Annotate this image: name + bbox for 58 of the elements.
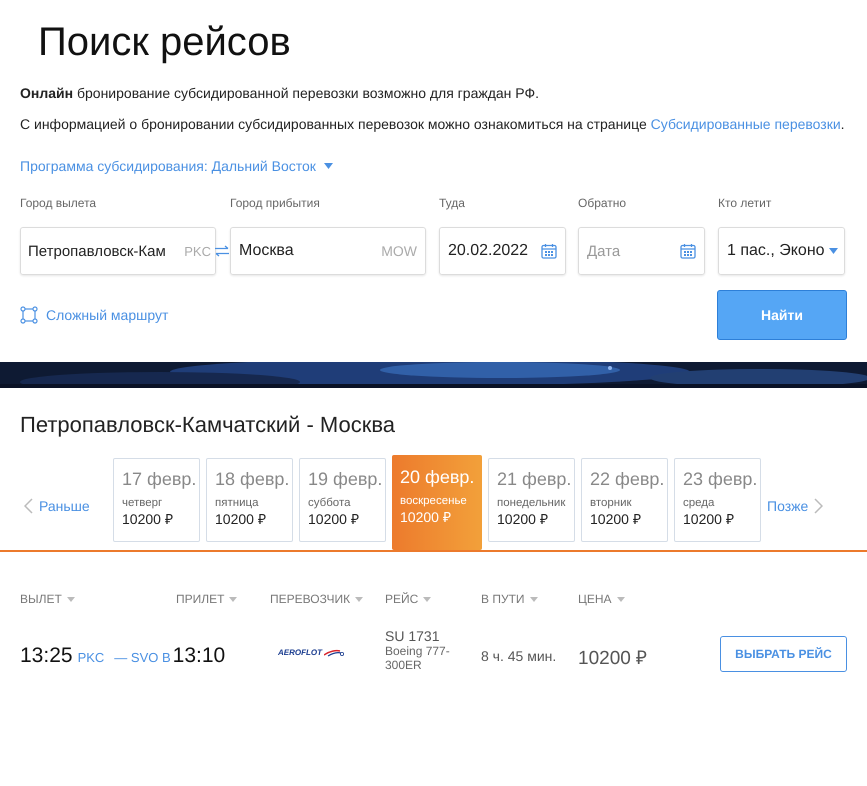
aircraft-type: Boeing 777-300ER (385, 644, 451, 672)
flight-number: SU 1731 (385, 628, 440, 644)
search-button[interactable]: Найти (717, 290, 847, 340)
field-label: Город вылета (20, 196, 98, 212)
field-label: Кто летит (718, 196, 772, 212)
date-tab[interactable]: 20 февр. воскресенье 10200 ₽ (392, 455, 482, 550)
select-flight-button[interactable]: ВЫБРАТЬ РЕЙС (720, 636, 847, 672)
chevron-left-icon (24, 498, 33, 514)
date-tab[interactable]: 21 февр. понедельник 10200 ₽ (488, 458, 575, 542)
date-field[interactable]: Дата (578, 227, 705, 275)
route-icon (20, 306, 38, 324)
date-tab[interactable]: 17 февр. четверг 10200 ₽ (113, 458, 200, 542)
sort-caret-icon (616, 596, 625, 602)
field-label: Туда (439, 196, 466, 212)
city-field[interactable]: Москва MOW (230, 227, 426, 275)
column-header[interactable]: ПЕРЕВОЗЧИК (270, 592, 364, 606)
date-tab[interactable]: 18 февр. пятница 10200 ₽ (206, 458, 293, 542)
swap-icon[interactable] (214, 245, 230, 257)
calendar-icon (680, 243, 696, 259)
info-text: С информацией о бронировании субсидированных перевозок можно ознакомиться на странице Субсидированные перевозки. (20, 115, 846, 134)
field-label: Город прибытия (230, 196, 321, 212)
column-header[interactable]: В ПУТИ (481, 592, 538, 606)
wing-icon (324, 648, 344, 656)
column-header[interactable]: РЕЙС (385, 592, 432, 606)
calendar-icon (541, 243, 557, 259)
earlier-button[interactable]: Раньше (24, 462, 113, 550)
later-button[interactable]: Позже (767, 462, 824, 550)
sort-caret-icon (66, 596, 75, 602)
date-field[interactable]: 20.02.2022 (439, 227, 566, 275)
flight-duration: 8 ч. 45 мин. (481, 648, 556, 664)
sort-caret-icon (530, 596, 538, 602)
complex-route-link[interactable]: Сложный маршрут (20, 306, 168, 324)
date-tab[interactable]: 23 февр. среда 10200 ₽ (674, 458, 761, 542)
date-tab[interactable]: 22 февр. вторник 10200 ₽ (581, 458, 668, 542)
city-field[interactable]: Петропавловск-Кам PKC (20, 227, 216, 275)
field-label: Обратно (578, 196, 628, 212)
page-title: Поиск рейсов (37, 19, 292, 66)
column-header[interactable]: ПРИЛЕТ (176, 592, 238, 606)
caret-icon (829, 248, 838, 254)
airport-code: — SVO B (114, 650, 171, 665)
sort-caret-icon (423, 596, 432, 602)
chevron-right-icon (814, 498, 824, 514)
column-header[interactable]: ВЫЛЕТ (20, 592, 75, 606)
airline-logo: AEROFLOT (278, 648, 322, 657)
caret-icon (324, 163, 333, 169)
passenger-select[interactable]: 1 пас., Эконо (718, 227, 845, 275)
route-title: Петропавловск-Камчатский - Москва (19, 411, 396, 438)
program-dropdown[interactable]: Программа субсидирования: Дальний Восток (20, 158, 316, 174)
flight-price: 10200 ₽ (578, 647, 648, 670)
date-tab[interactable]: 19 февр. суббота 10200 ₽ (299, 458, 386, 542)
airport-code: PKC (78, 650, 104, 665)
info-text: Онлайн бронирование субсидированной перевозки возможно для граждан РФ. (20, 84, 540, 103)
departure-time: 13:25 (20, 644, 73, 668)
arrival-time: 13:10 (172, 644, 226, 668)
subsidy-link[interactable]: Субсидированные перевозки (650, 116, 841, 132)
sort-caret-icon (355, 596, 364, 602)
column-header[interactable]: ЦЕНА (578, 592, 625, 606)
sort-caret-icon (229, 596, 238, 602)
